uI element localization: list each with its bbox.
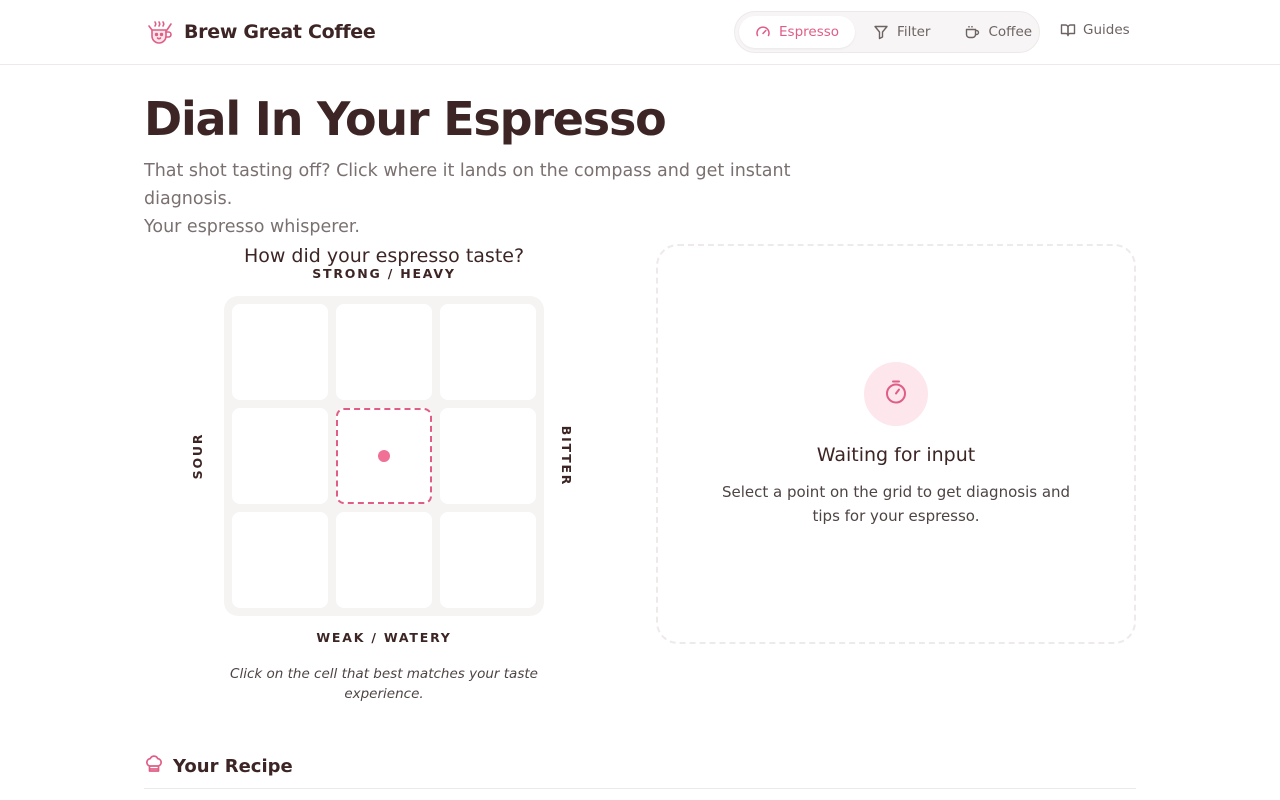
- book-open-icon: [1060, 22, 1076, 38]
- cell-strong-balanced[interactable]: [336, 304, 432, 400]
- selection-dot: [378, 450, 390, 462]
- page-title: Dial In Your Espresso: [144, 92, 667, 146]
- cell-balanced-bitter[interactable]: [440, 408, 536, 504]
- brand-name: Brew Great Coffee: [184, 21, 376, 43]
- page-subtitle: That shot tasting off? Click where it la…: [144, 157, 864, 241]
- brew-method-switcher: Espresso Filter Coffee: [734, 11, 1040, 53]
- nav-filter[interactable]: Filter: [857, 16, 946, 48]
- cell-strong-sour[interactable]: [232, 304, 328, 400]
- axis-label-bottom: WEAK / WATERY: [316, 630, 452, 645]
- axis-label-top: STRONG / HEAVY: [312, 266, 456, 281]
- nav-espresso[interactable]: Espresso: [739, 16, 856, 48]
- top-navbar: Brew Great Coffee Espresso Filter Coffee…: [0, 0, 1280, 65]
- subtitle-line-2: Your espresso whisperer.: [144, 217, 360, 237]
- timer-badge: [864, 362, 928, 426]
- nav-guides[interactable]: Guides: [1060, 22, 1130, 38]
- timer-icon: [882, 378, 910, 410]
- subtitle-line-1: That shot tasting off? Click where it la…: [144, 161, 791, 209]
- compass-hint: Click on the cell that best matches your…: [230, 666, 538, 702]
- axis-label-right: BITTER: [559, 425, 574, 487]
- nav-coffee[interactable]: Coffee: [948, 16, 1048, 48]
- cell-weak-sour[interactable]: [232, 512, 328, 608]
- chef-hat-icon: [144, 754, 164, 778]
- cell-balanced-center[interactable]: [336, 408, 432, 504]
- result-description: Select a point on the grid to get diagno…: [721, 483, 1071, 525]
- brand-home-link[interactable]: Brew Great Coffee: [144, 16, 376, 48]
- funnel-icon: [873, 24, 889, 40]
- nav-espresso-label: Espresso: [779, 24, 840, 40]
- coffee-mascot-icon: [144, 16, 176, 48]
- cell-strong-bitter[interactable]: [440, 304, 536, 400]
- cell-balanced-sour[interactable]: [232, 408, 328, 504]
- diagnosis-panel: Waiting for input Select a point on the …: [656, 244, 1136, 644]
- section-divider: [144, 788, 1136, 789]
- taste-compass-grid: [224, 296, 544, 616]
- result-title: Waiting for input: [816, 444, 976, 466]
- recipe-section-header: Your Recipe: [144, 754, 293, 778]
- gauge-icon: [755, 24, 771, 40]
- axis-label-left: SOUR: [190, 432, 205, 480]
- cell-weak-balanced[interactable]: [336, 512, 432, 608]
- recipe-title: Your Recipe: [173, 755, 293, 777]
- cell-weak-bitter[interactable]: [440, 512, 536, 608]
- nav-filter-label: Filter: [897, 24, 931, 40]
- compass-heading: How did your espresso taste?: [243, 245, 525, 267]
- cup-icon: [964, 24, 980, 40]
- nav-guides-label: Guides: [1083, 22, 1130, 38]
- nav-coffee-label: Coffee: [988, 24, 1033, 40]
